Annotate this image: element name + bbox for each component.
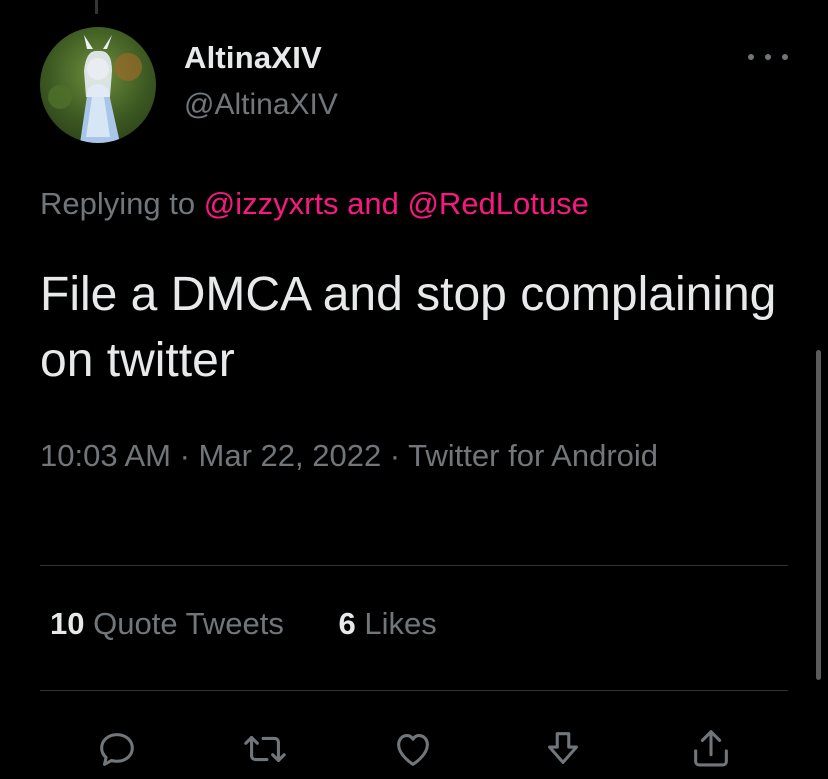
divider <box>40 565 788 566</box>
like-icon <box>397 734 429 766</box>
divider <box>40 690 788 691</box>
like-button[interactable] <box>388 724 438 774</box>
thread-connector-line <box>95 0 98 14</box>
more-dot <box>765 54 771 60</box>
replying-prefix: Replying to <box>40 186 196 221</box>
user-handle[interactable]: @AltinaXIV <box>184 88 338 122</box>
share-button[interactable] <box>686 724 736 774</box>
more-dot <box>748 54 754 60</box>
reply-button[interactable] <box>92 724 142 774</box>
share-icon <box>694 730 728 767</box>
replying-to-line: Replying to @izzyxrts and @RedLotuse <box>40 186 589 222</box>
reply-icon <box>100 733 134 766</box>
tweet-detail-view: AltinaXIV @AltinaXIV Replying to @izzyxr… <box>0 0 828 779</box>
likes-label: Likes <box>364 606 437 641</box>
scrollbar[interactable] <box>816 350 821 680</box>
more-dot <box>782 54 788 60</box>
more-horizontal-icon[interactable] <box>748 45 788 69</box>
quote-tweets-count: 10 <box>50 606 85 641</box>
replying-mentions-link[interactable]: @izzyxrts and @RedLotuse <box>204 186 589 221</box>
avatar[interactable] <box>40 27 156 143</box>
retweet-button[interactable] <box>240 724 290 774</box>
tweet-timestamp-source[interactable]: 10:03 AM · Mar 22, 2022 · Twitter for An… <box>40 432 680 480</box>
engagement-stats: 10 Quote Tweets 6 Likes <box>50 606 437 642</box>
bookmark-icon <box>548 732 578 764</box>
tweet-action-bar <box>0 718 828 779</box>
avatar-image <box>40 27 156 143</box>
quote-tweets-stat[interactable]: 10 Quote Tweets <box>50 606 284 642</box>
bookmark-button[interactable] <box>538 724 588 774</box>
tweet-text: File a DMCA and stop complaining on twit… <box>40 268 777 387</box>
quote-tweets-label: Quote Tweets <box>93 606 284 641</box>
likes-count: 6 <box>338 606 356 641</box>
retweet-icon <box>244 735 286 763</box>
likes-stat[interactable]: 6 Likes <box>338 606 436 642</box>
display-name[interactable]: AltinaXIV <box>184 40 322 76</box>
